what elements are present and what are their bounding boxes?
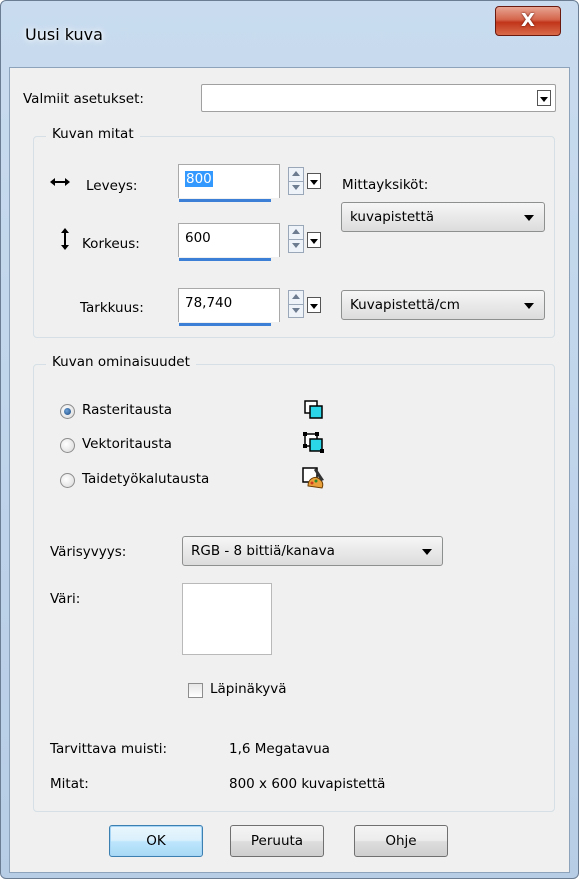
dimensions-label: Mitat: <box>50 776 89 792</box>
dialog-title: Uusi kuva <box>25 25 103 44</box>
art-media-layer-icon <box>302 467 324 489</box>
vector-background-label[interactable]: Vektoritausta <box>82 436 172 452</box>
vector-layer-icon <box>303 432 324 453</box>
units-select[interactable]: kuvapistettä <box>341 202 545 232</box>
resolution-units-value: Kuvapistettä/cm <box>350 297 460 313</box>
height-value: 600 <box>185 230 211 246</box>
width-input[interactable]: 800 <box>178 164 280 202</box>
dialog-window: Uusi kuva X Valmiit asetukset: Kuvan mit… <box>0 0 579 879</box>
color-depth-label: Värisyvyys: <box>50 544 127 560</box>
height-underline <box>179 258 271 261</box>
raster-background-radio[interactable] <box>60 404 75 419</box>
chevron-down-icon <box>524 215 534 221</box>
width-dropdown-button[interactable] <box>307 173 321 189</box>
horizontal-arrows-icon <box>50 178 70 186</box>
chevron-down-icon <box>524 303 534 309</box>
presets-dropdown-button[interactable] <box>537 90 551 106</box>
vector-background-radio[interactable] <box>60 438 75 453</box>
raster-background-label[interactable]: Rasteritausta <box>82 402 172 418</box>
image-properties-group-title: Kuvan ominaisuudet <box>46 354 196 370</box>
color-depth-value: RGB - 8 bittiä/kanava <box>191 543 335 559</box>
resolution-dropdown-button[interactable] <box>307 297 321 313</box>
memory-label: Tarvittava muisti: <box>50 741 168 757</box>
title-bar[interactable]: Uusi kuva X <box>1 1 578 67</box>
height-label: Korkeus: <box>82 236 140 252</box>
transparent-checkbox[interactable] <box>188 683 203 698</box>
color-swatch[interactable] <box>182 583 272 655</box>
presets-combo[interactable] <box>201 84 556 112</box>
presets-label: Valmiit asetukset: <box>23 91 144 107</box>
art-media-background-label[interactable]: Taidetyökalutausta <box>82 471 209 487</box>
dimensions-value: 800 x 600 kuvapistettä <box>229 776 386 792</box>
width-underline <box>179 199 271 202</box>
cancel-button[interactable]: Peruuta <box>230 825 324 857</box>
memory-value: 1,6 Megatavua <box>229 741 330 757</box>
ok-button[interactable]: OK <box>109 825 203 857</box>
resolution-input[interactable]: 78,740 <box>178 288 280 326</box>
transparent-label[interactable]: Läpinäkyvä <box>210 681 287 697</box>
dialog-body: Valmiit asetukset: Kuvan mitat Leveys: 8… <box>9 67 570 873</box>
close-button[interactable]: X <box>495 6 561 36</box>
resolution-value: 78,740 <box>185 295 233 311</box>
image-dimensions-group-title: Kuvan mitat <box>46 126 140 142</box>
raster-layer-icon <box>304 400 323 419</box>
color-label: Väri: <box>50 591 81 607</box>
resolution-underline <box>179 323 271 326</box>
height-input[interactable]: 600 <box>178 223 280 261</box>
units-value: kuvapistettä <box>350 209 435 225</box>
units-label: Mittayksiköt: <box>342 177 429 193</box>
width-spinner[interactable] <box>288 167 304 195</box>
help-button[interactable]: Ohje <box>354 825 448 857</box>
resolution-units-select[interactable]: Kuvapistettä/cm <box>341 290 545 320</box>
height-dropdown-button[interactable] <box>307 232 321 248</box>
chevron-down-icon <box>422 549 432 555</box>
height-spinner[interactable] <box>288 225 304 253</box>
color-depth-select[interactable]: RGB - 8 bittiä/kanava <box>182 536 443 566</box>
resolution-label: Tarkkuus: <box>80 300 144 316</box>
width-label: Leveys: <box>86 178 138 194</box>
vertical-arrows-icon <box>61 228 69 250</box>
width-value: 800 <box>185 171 213 187</box>
resolution-spinner[interactable] <box>288 290 304 318</box>
art-media-background-radio[interactable] <box>60 473 75 488</box>
